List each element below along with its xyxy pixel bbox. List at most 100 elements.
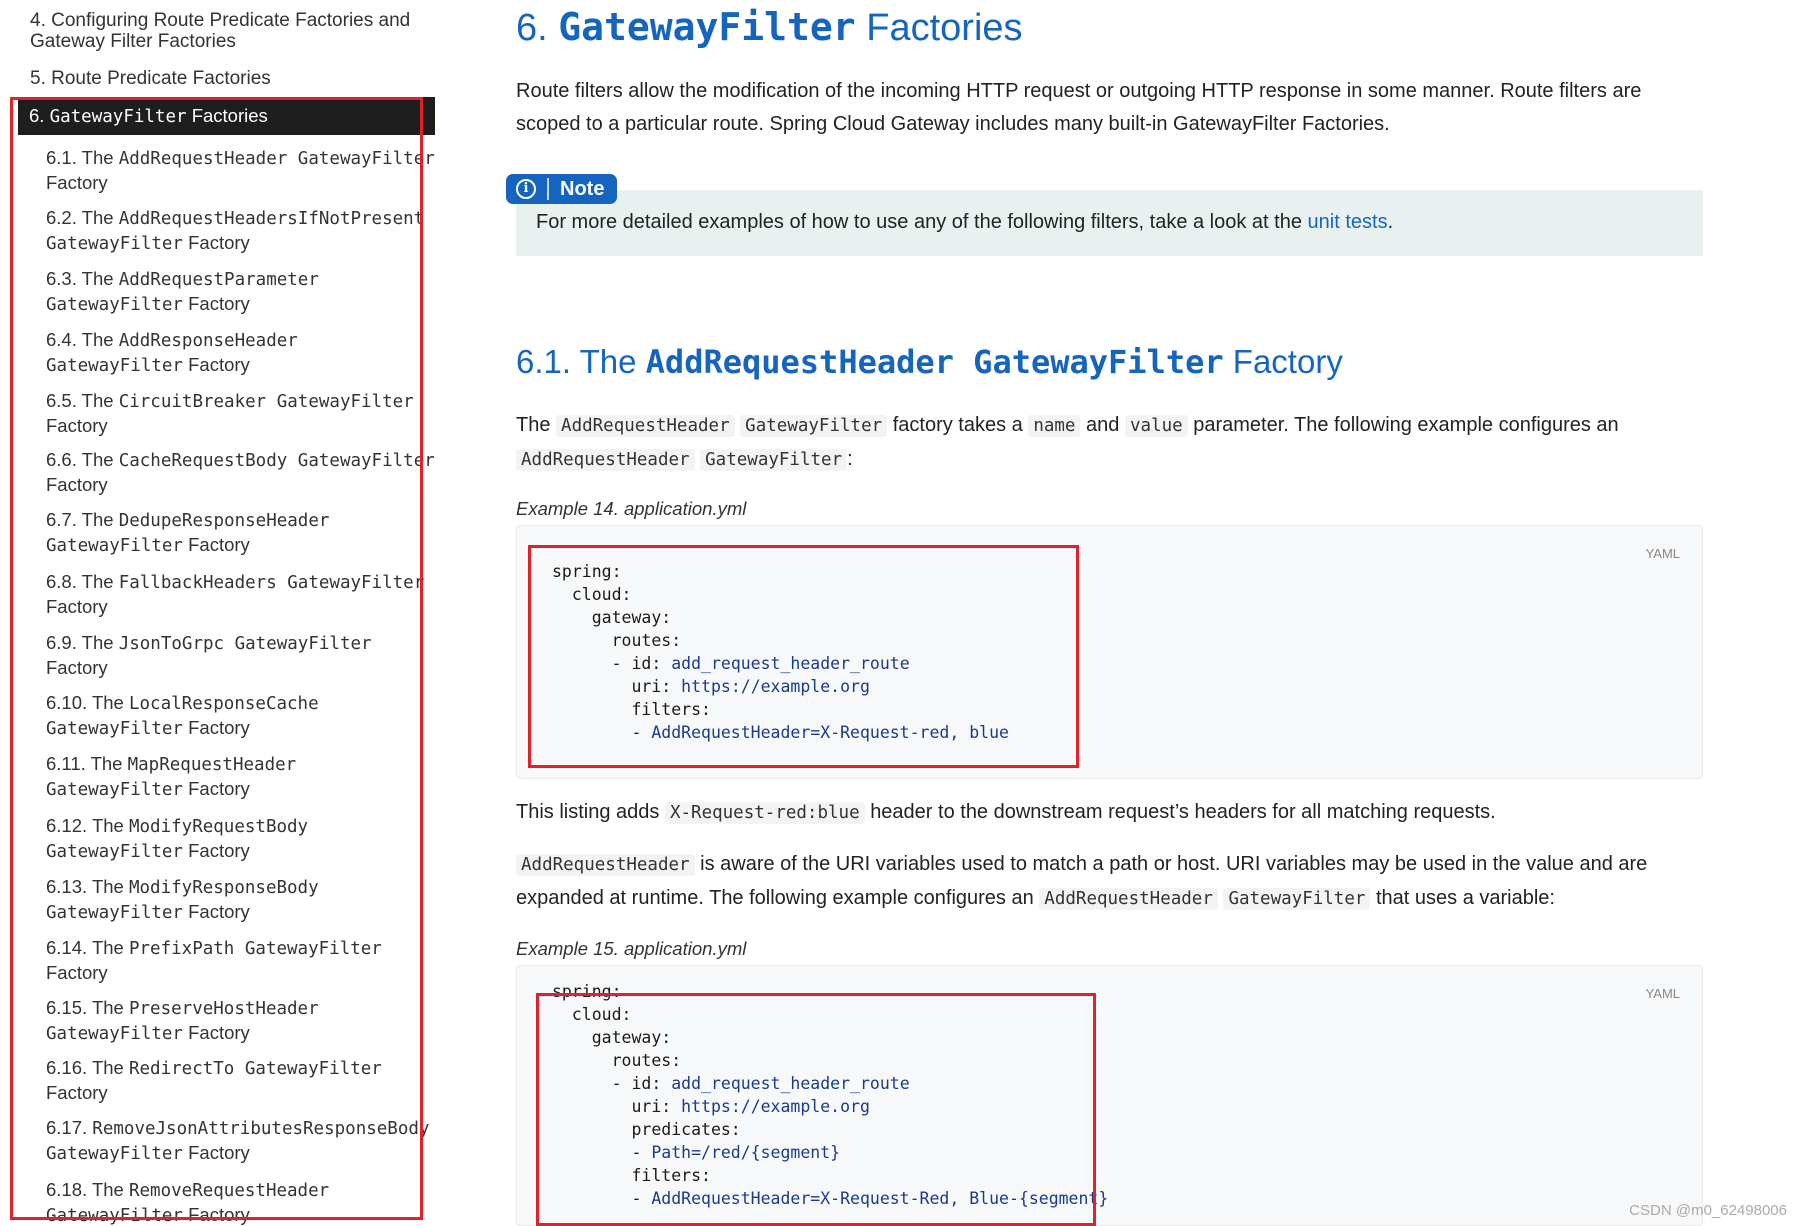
section-title-number: 6. — [516, 7, 548, 49]
toc-subitem-code: CacheRequestBody GatewayFilter — [118, 451, 435, 471]
toc-subitem-number: 6.11. The — [46, 753, 123, 774]
code-line: - id: add_request_header_route — [552, 1074, 910, 1093]
note-label: Note — [560, 177, 605, 200]
inline-code: AddRequestHeader — [556, 415, 735, 437]
toc-subitem-number: 6.16. The — [46, 1057, 124, 1078]
toc-subitem-rest: Factory — [188, 232, 250, 253]
toc-subitem-rest: Factory — [46, 657, 108, 678]
toc-item-4[interactable]: 4. Configuring Route Predicate Factories… — [30, 10, 430, 52]
code-line: - Path=/red/{segment} — [552, 1143, 841, 1162]
toc-subitem-rest: Factory — [46, 172, 108, 193]
toc-item-label: 4. Configuring Route Predicate Factories… — [30, 10, 411, 52]
toc-subitem-13[interactable]: 6.13. The ModifyResponseBody GatewayFilt… — [46, 875, 436, 925]
section-title: 6. GatewayFilter Factories — [516, 2, 1023, 53]
subsection-title-code: AddRequestHeader GatewayFilter — [645, 343, 1224, 381]
toc-subitem-rest: Factory — [188, 778, 250, 799]
toc-subitem-12[interactable]: 6.12. The ModifyRequestBody GatewayFilte… — [46, 814, 436, 864]
toc-subitem-3[interactable]: 6.3. The AddRequestParameter GatewayFilt… — [46, 267, 436, 317]
inline-code: AddRequestHeader — [1039, 888, 1218, 910]
paragraph-uri-variables: AddRequestHeader is aware of the URI var… — [516, 853, 1648, 910]
code-listing: spring: cloud: gateway: routes: - id: ad… — [552, 980, 1108, 1210]
code-line: spring: — [552, 562, 622, 581]
code-line: filters: — [552, 700, 711, 719]
note-text: For more detailed examples of how to use… — [536, 211, 1393, 234]
toc-subitem-code: PrefixPath GatewayFilter — [128, 939, 382, 959]
inline-code: GatewayFilter — [740, 415, 888, 437]
subsection-title-rest: Factory — [1232, 343, 1343, 380]
inline-code: AddRequestHeader — [516, 449, 695, 471]
toc-subitem-rest: Factory — [188, 1142, 250, 1163]
code-line: uri: https://example.org — [552, 1097, 870, 1116]
code-block-example-14[interactable]: YAML spring: cloud: gateway: routes: - i… — [516, 525, 1703, 779]
toc-subitem-number: 6.8. The — [46, 571, 114, 592]
code-language-label: YAML — [1645, 546, 1680, 561]
toc-item-5[interactable]: 5. Route Predicate Factories — [30, 68, 430, 89]
toc-item-label: Factories — [191, 105, 268, 126]
paragraph-factory-params: The AddRequestHeader GatewayFilter facto… — [516, 414, 1619, 471]
toc-subitem-number: 6.9. The — [46, 632, 114, 653]
toc-subitem-rest: Factory — [46, 415, 108, 436]
code-language-label: YAML — [1645, 986, 1680, 1001]
example-14-title: Example 14. application.yml — [516, 498, 747, 519]
code-line: gateway: — [552, 1028, 672, 1047]
code-line: uri: https://example.org — [552, 677, 870, 696]
unit-tests-link[interactable]: unit tests — [1308, 211, 1388, 233]
intro-paragraph: Route filters allow the modification of … — [516, 80, 1642, 135]
code-line: cloud: — [552, 585, 632, 604]
toc-subitem-number: 6.2. The — [46, 207, 114, 228]
paragraph-listing-adds: This listing adds X-Request-red:blue hea… — [516, 801, 1496, 824]
toc-subitem-4[interactable]: 6.4. The AddResponseHeader GatewayFilter… — [46, 328, 436, 378]
inline-code: X-Request-red:blue — [664, 802, 865, 824]
note-separator — [547, 178, 549, 200]
code-line: - AddRequestHeader=X-Request-Red, Blue-{… — [552, 1189, 1109, 1208]
note-badge: i Note — [506, 174, 618, 204]
toc-subitem-rest: Factory — [188, 534, 250, 555]
toc-sidebar: 4. Configuring Route Predicate Factories… — [0, 0, 440, 1226]
toc-subitem-rest: Factory — [188, 354, 250, 375]
toc-subitem-code: FallbackHeaders GatewayFilter — [118, 573, 425, 593]
note-admonition: i Note For more detailed examples of how… — [506, 174, 1703, 256]
toc-subitem-number: 6.13. The — [46, 876, 124, 897]
code-line: routes: — [552, 1051, 682, 1070]
toc-subitem-2[interactable]: 6.2. The AddRequestHeadersIfNotPresent G… — [46, 206, 436, 256]
toc-item-code: GatewayFilter — [49, 107, 187, 127]
code-line: - id: add_request_header_route — [552, 654, 910, 673]
toc-subitem-number: 6.6. The — [46, 449, 114, 470]
toc-subitem-15[interactable]: 6.15. The PreserveHostHeader GatewayFilt… — [46, 996, 436, 1046]
code-line: gateway: — [552, 608, 672, 627]
toc-subitem-rest: Factory — [188, 840, 250, 861]
toc-subitem-number: 6.1. The — [46, 147, 114, 168]
toc-subitem-11[interactable]: 6.11. The MapRequestHeader GatewayFilter… — [46, 752, 436, 802]
inline-code: GatewayFilter — [1223, 888, 1371, 910]
toc-subitem-8[interactable]: 6.8. The FallbackHeaders GatewayFilter F… — [46, 570, 436, 618]
toc-item-label: 5. Route Predicate Factories — [30, 68, 271, 89]
toc-subitem-rest: Factory — [46, 1082, 108, 1103]
toc-subitem-number: 6.17. — [46, 1117, 88, 1138]
toc-subitem-17[interactable]: 6.17. RemoveJsonAttributesResponseBody G… — [46, 1116, 436, 1166]
toc-subitem-1[interactable]: 6.1. The AddRequestHeader GatewayFilter … — [46, 146, 436, 194]
toc-subitem-5[interactable]: 6.5. The CircuitBreaker GatewayFilter Fa… — [46, 389, 436, 437]
toc-subitem-7[interactable]: 6.7. The DedupeResponseHeader GatewayFil… — [46, 508, 436, 558]
toc-subitem-16[interactable]: 6.16. The RedirectTo GatewayFilter Facto… — [46, 1056, 436, 1104]
toc-subitem-rest: Factory — [188, 717, 250, 738]
code-line: cloud: — [552, 1005, 632, 1024]
toc-subitem-rest: Factory — [188, 901, 250, 922]
inline-code: name — [1028, 415, 1081, 437]
info-icon: i — [516, 179, 536, 199]
toc-subitem-18[interactable]: 6.18. The RemoveRequestHeader GatewayFil… — [46, 1178, 436, 1226]
toc-subitem-rest: Factory — [188, 1204, 250, 1225]
example-15-title: Example 15. application.yml — [516, 938, 747, 959]
toc-subitem-14[interactable]: 6.14. The PrefixPath GatewayFilter Facto… — [46, 936, 436, 984]
toc-subitem-code: RedirectTo GatewayFilter — [128, 1059, 382, 1079]
toc-subitem-code: AddRequestHeader GatewayFilter — [118, 149, 435, 169]
toc-subitem-6[interactable]: 6.6. The CacheRequestBody GatewayFilter … — [46, 448, 436, 496]
toc-subitem-10[interactable]: 6.10. The LocalResponseCache GatewayFilt… — [46, 691, 436, 741]
toc-item-6-active[interactable]: 6. GatewayFilter Factories — [18, 97, 435, 135]
toc-subitem-number: 6.14. The — [46, 937, 124, 958]
toc-subitem-9[interactable]: 6.9. The JsonToGrpc GatewayFilter Factor… — [46, 631, 436, 679]
toc-subitem-rest: Factory — [188, 1022, 250, 1043]
code-line: - AddRequestHeader=X-Request-red, blue — [552, 723, 1009, 742]
toc-subitem-number: 6.7. The — [46, 509, 114, 530]
toc-subitem-rest: Factory — [46, 596, 108, 617]
code-block-example-15[interactable]: YAML spring: cloud: gateway: routes: - i… — [516, 965, 1703, 1226]
